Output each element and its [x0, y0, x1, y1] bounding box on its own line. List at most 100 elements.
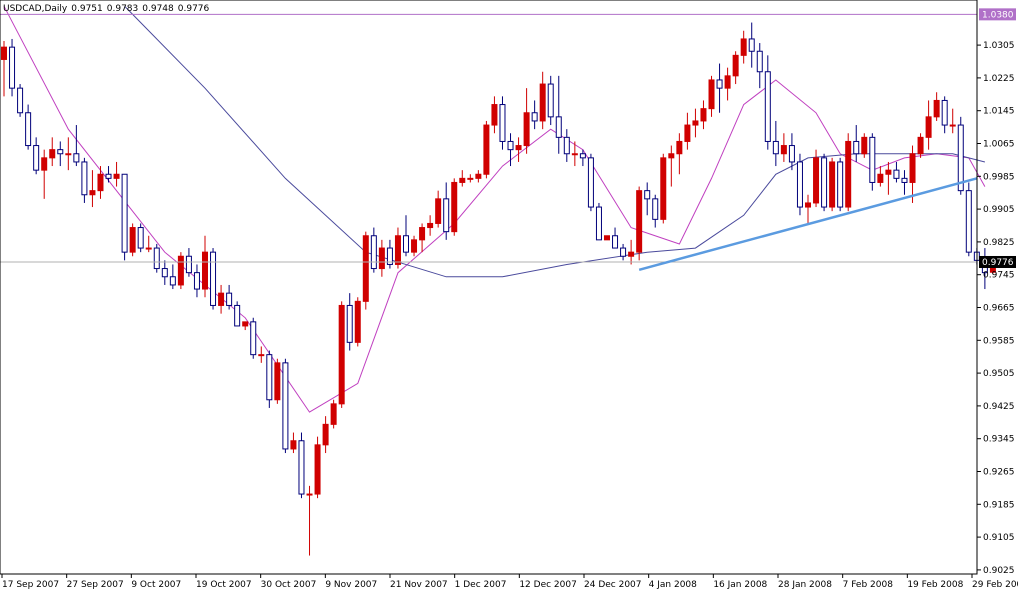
candle-body — [250, 321, 257, 356]
candle-body — [210, 251, 217, 306]
candle — [595, 202, 602, 241]
candle-body — [499, 104, 506, 142]
candle-body — [547, 83, 554, 118]
resistance-label: 1.0380 — [982, 10, 1014, 20]
candle — [861, 133, 868, 158]
candle-body — [338, 304, 345, 405]
candle — [153, 243, 160, 273]
candle — [604, 235, 610, 241]
candle — [282, 358, 289, 454]
candle-body — [467, 177, 474, 180]
candle-body — [41, 157, 48, 171]
candle-body — [861, 136, 868, 155]
candle-body — [121, 173, 128, 253]
date-tick-label: 4 Jan 2008 — [649, 580, 697, 590]
candle-body — [853, 140, 860, 155]
candle-body — [89, 190, 96, 196]
candle — [9, 38, 16, 97]
date-tick-label: 21 Nov 2007 — [390, 580, 448, 590]
candle-body — [226, 292, 233, 306]
candle-body — [17, 87, 24, 114]
candle-body — [957, 124, 964, 192]
candle-body — [604, 235, 610, 241]
candle — [362, 231, 369, 310]
candle — [314, 436, 321, 499]
candle-body — [628, 251, 635, 257]
candle-body — [411, 239, 418, 253]
candle-body — [491, 104, 498, 126]
candle-body — [684, 124, 691, 142]
candle-body — [965, 190, 972, 253]
candle-body — [290, 440, 297, 450]
date-tick-label: 30 Oct 2007 — [261, 580, 317, 590]
date-tick-label: 9 Oct 2007 — [131, 580, 181, 590]
candle-body — [346, 304, 353, 343]
candle-body — [169, 276, 176, 286]
candle-body — [579, 153, 586, 159]
chart-background — [0, 0, 1018, 591]
candle-body — [451, 181, 458, 233]
price-tick-label: 0.9585 — [983, 336, 1015, 346]
candle-body — [113, 173, 120, 179]
price-tick-label: 0.9985 — [983, 172, 1015, 182]
price-chart[interactable]: 1.0305 1.0225 1.0145 1.0065 0.9985 0.9905 0.98… — [0, 0, 1018, 591]
candle-body — [298, 440, 305, 495]
candle-body — [644, 190, 651, 200]
price-tick-label: 0.9265 — [983, 468, 1015, 478]
candle-body — [949, 124, 956, 127]
candle-body — [756, 50, 763, 73]
candle-body — [65, 153, 72, 156]
symbol-header: USDCAD,Daily 0.9751 0.9783 0.9748 0.9776 — [3, 4, 210, 14]
candle-body — [805, 202, 811, 208]
price-tick-label: 1.0065 — [983, 140, 1015, 150]
candle — [845, 133, 852, 212]
candle-body — [620, 247, 627, 257]
candle-body — [788, 145, 795, 163]
candle — [837, 157, 844, 212]
candle-body — [909, 153, 916, 183]
candle-body — [917, 136, 924, 155]
candle-body — [218, 292, 225, 306]
candle-body — [274, 362, 281, 401]
candle-body — [676, 140, 683, 155]
date-tick-label: 9 Nov 2007 — [325, 580, 377, 590]
candle-body — [483, 124, 490, 175]
candle-body — [933, 99, 940, 118]
candle-body — [821, 157, 828, 208]
candle-body — [531, 112, 538, 122]
candle-body — [764, 71, 771, 142]
price-tick-label: 0.9105 — [983, 533, 1015, 543]
candle-body — [652, 198, 659, 220]
candle-body — [515, 145, 522, 151]
candle-body — [49, 149, 56, 159]
candle — [451, 178, 458, 236]
candle-body — [137, 227, 144, 249]
candle-body — [813, 157, 820, 204]
candle — [129, 223, 136, 257]
candle-body — [234, 304, 241, 327]
date-tick-label: 1 Dec 2007 — [455, 580, 507, 590]
ohlc-high: 0.9783 — [107, 4, 139, 14]
candle-body — [740, 38, 747, 56]
candle-body — [748, 38, 755, 52]
price-tick-label: 0.9345 — [983, 435, 1015, 445]
candle-body — [435, 198, 442, 224]
price-tick-label: 0.9025 — [983, 566, 1015, 576]
candle-body — [330, 403, 337, 425]
price-tick-label: 1.0225 — [983, 74, 1015, 84]
date-tick-label: 19 Feb 2008 — [907, 580, 963, 590]
candle-body — [419, 227, 426, 241]
candle-body — [885, 169, 892, 175]
candle-body — [97, 173, 104, 192]
timeframe-label: Daily — [44, 4, 67, 14]
candle-body — [1, 46, 7, 60]
candle-body — [941, 99, 948, 126]
candle — [660, 153, 667, 224]
candle — [298, 432, 305, 499]
candle-body — [177, 255, 184, 286]
candle-body — [571, 153, 578, 156]
candle-body — [242, 321, 249, 327]
candle — [210, 248, 217, 310]
candle — [499, 96, 506, 150]
candle-body — [724, 75, 731, 89]
